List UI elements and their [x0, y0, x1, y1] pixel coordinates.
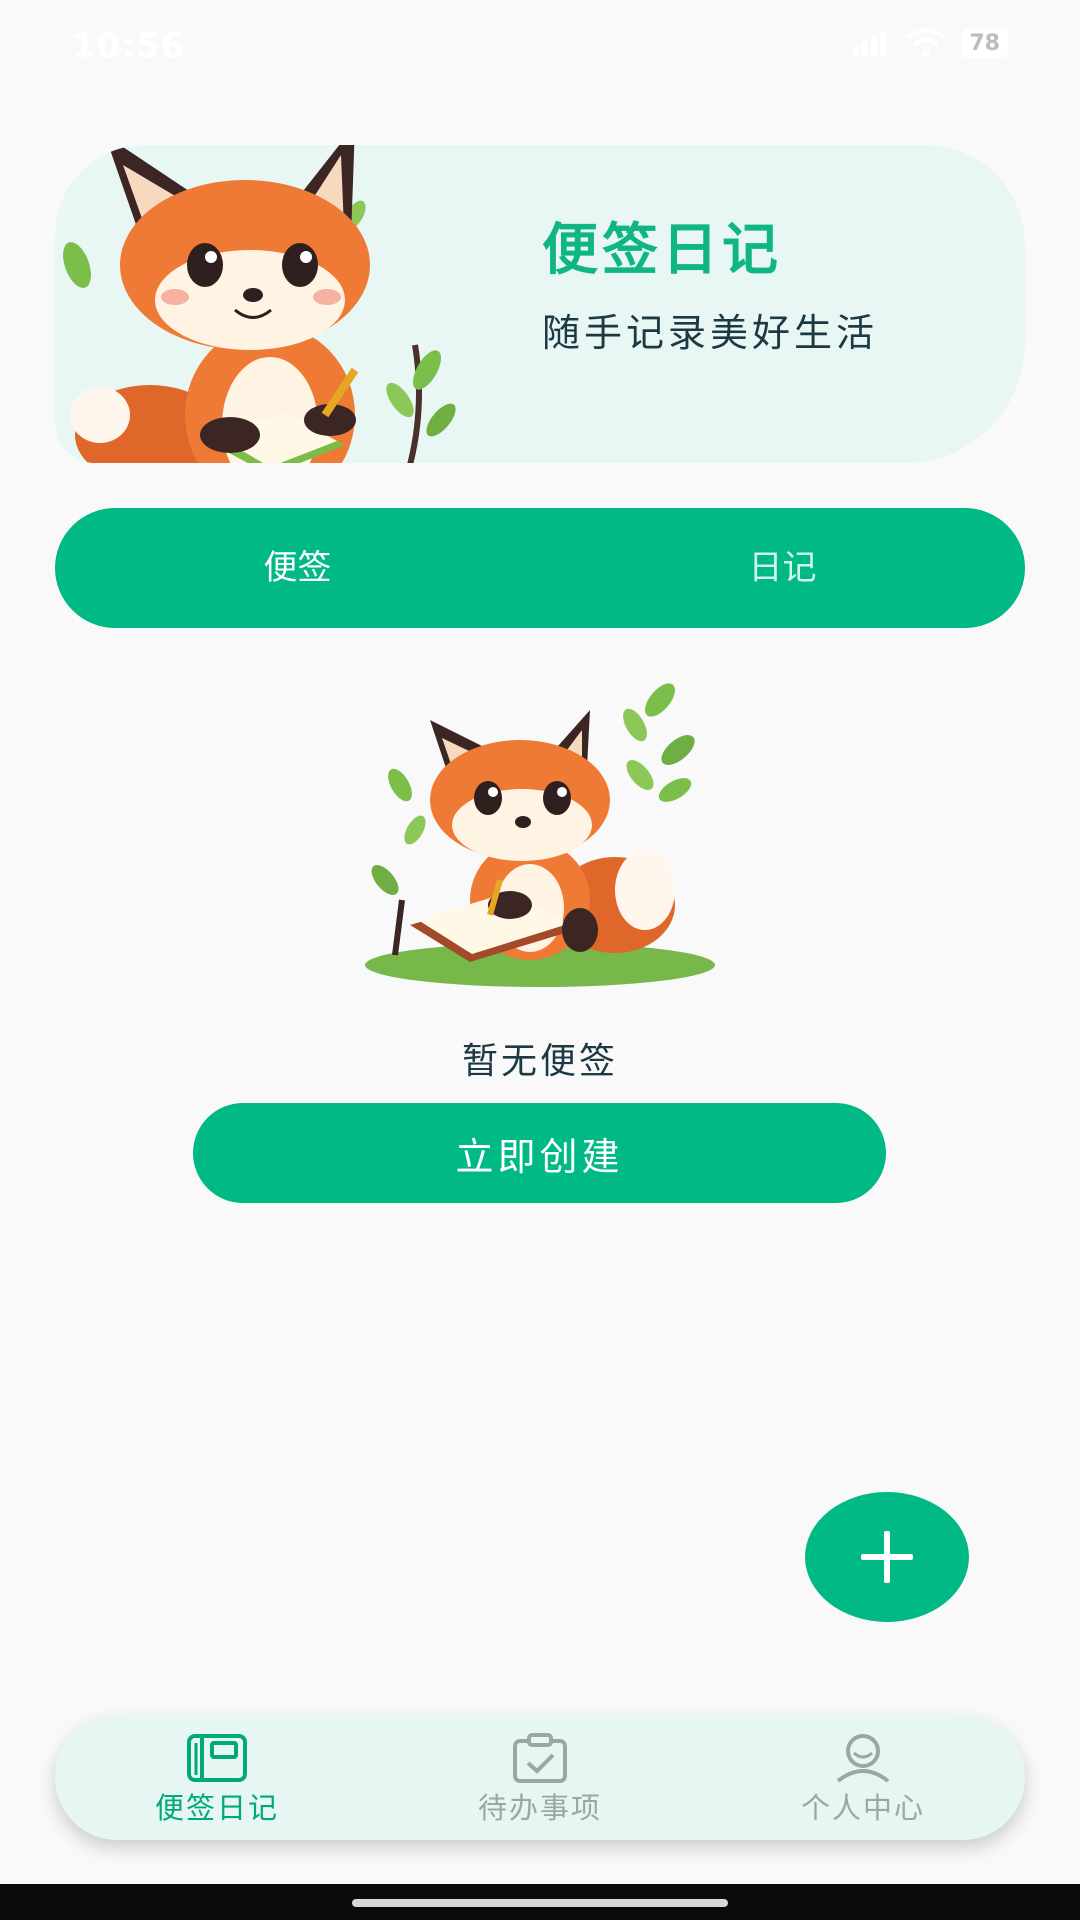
clipboard-check-icon	[513, 1733, 567, 1783]
nav-label-notes-diary: 便签日记	[154, 1791, 279, 1825]
signal-icon	[853, 31, 887, 56]
tab-diary[interactable]: 日记	[540, 540, 1025, 589]
hero-banner: 便签日记 随手记录美好生活	[55, 145, 1025, 463]
nav-item-profile[interactable]: 个人中心	[763, 1733, 963, 1827]
fox-writing-illustration	[365, 683, 715, 987]
nav-item-todo[interactable]: 待办事项	[440, 1733, 640, 1827]
notes-diary-tabs: 便签 日记	[55, 508, 1025, 628]
empty-state-message: 暂无便签	[461, 1041, 618, 1082]
status-bar: 10:56 78	[0, 0, 1080, 96]
gesture-bar	[0, 1884, 1080, 1920]
nav-label-profile: 个人中心	[800, 1791, 925, 1825]
wifi-icon	[906, 28, 947, 57]
status-icons: 78	[851, 28, 1008, 58]
status-time: 10:56	[72, 26, 186, 66]
fox-reading-illustration	[63, 145, 456, 463]
home-indicator[interactable]	[352, 1899, 728, 1907]
add-fab-button[interactable]	[805, 1492, 969, 1622]
bottom-navigation: 便签日记 待办事项 个人中心	[55, 1715, 1025, 1840]
user-icon	[836, 1734, 890, 1783]
battery-indicator: 78	[961, 28, 1008, 58]
nav-label-todo: 待办事项	[477, 1791, 602, 1825]
create-now-button[interactable]: 立即创建	[193, 1103, 886, 1203]
app-title: 便签日记	[542, 218, 782, 283]
notebook-icon	[187, 1734, 247, 1782]
plus-icon	[861, 1531, 913, 1583]
app-subtitle: 随手记录美好生活	[542, 311, 879, 355]
nav-item-notes-diary[interactable]: 便签日记	[117, 1733, 317, 1827]
tab-notes[interactable]: 便签	[55, 540, 540, 589]
